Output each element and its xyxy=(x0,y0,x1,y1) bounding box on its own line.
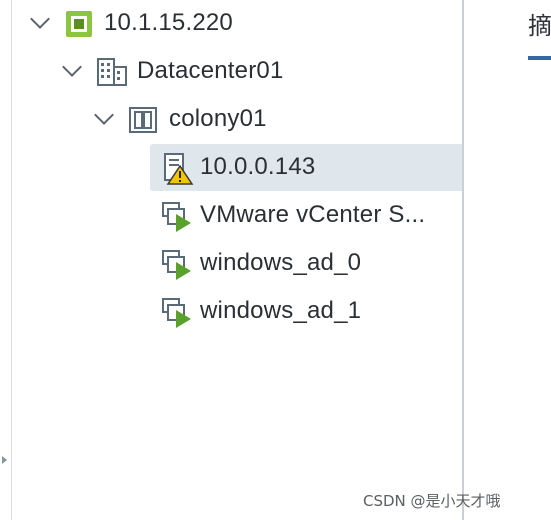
tree-node-label: 10.1.15.220 xyxy=(104,9,233,36)
active-tab-indicator xyxy=(528,56,551,60)
vm-powered-on-icon xyxy=(162,298,191,328)
summary-panel: 摘 xyxy=(464,0,551,520)
tree-node-label: windows_ad_1 xyxy=(200,297,362,324)
csdn-watermark: CSDN @是小天才哦 xyxy=(363,492,501,510)
vcenter-icon xyxy=(66,11,92,37)
vm-powered-on-icon xyxy=(162,202,191,232)
datacenter-icon xyxy=(97,58,127,86)
tree-node-label: VMware vCenter S... xyxy=(200,201,426,228)
collapsed-side-rail[interactable] xyxy=(0,0,12,520)
cluster-icon xyxy=(129,107,157,133)
tree-node-label: Datacenter01 xyxy=(137,57,284,84)
host-warning-icon xyxy=(164,153,194,185)
expand-rail-arrow-icon[interactable] xyxy=(2,456,7,464)
tab-summary[interactable]: 摘 xyxy=(528,6,551,41)
tree-node-label: colony01 xyxy=(169,105,267,132)
tree-node-label: windows_ad_0 xyxy=(200,249,362,276)
vm-powered-on-icon xyxy=(162,250,191,280)
tree-node-label: 10.0.0.143 xyxy=(200,153,316,180)
